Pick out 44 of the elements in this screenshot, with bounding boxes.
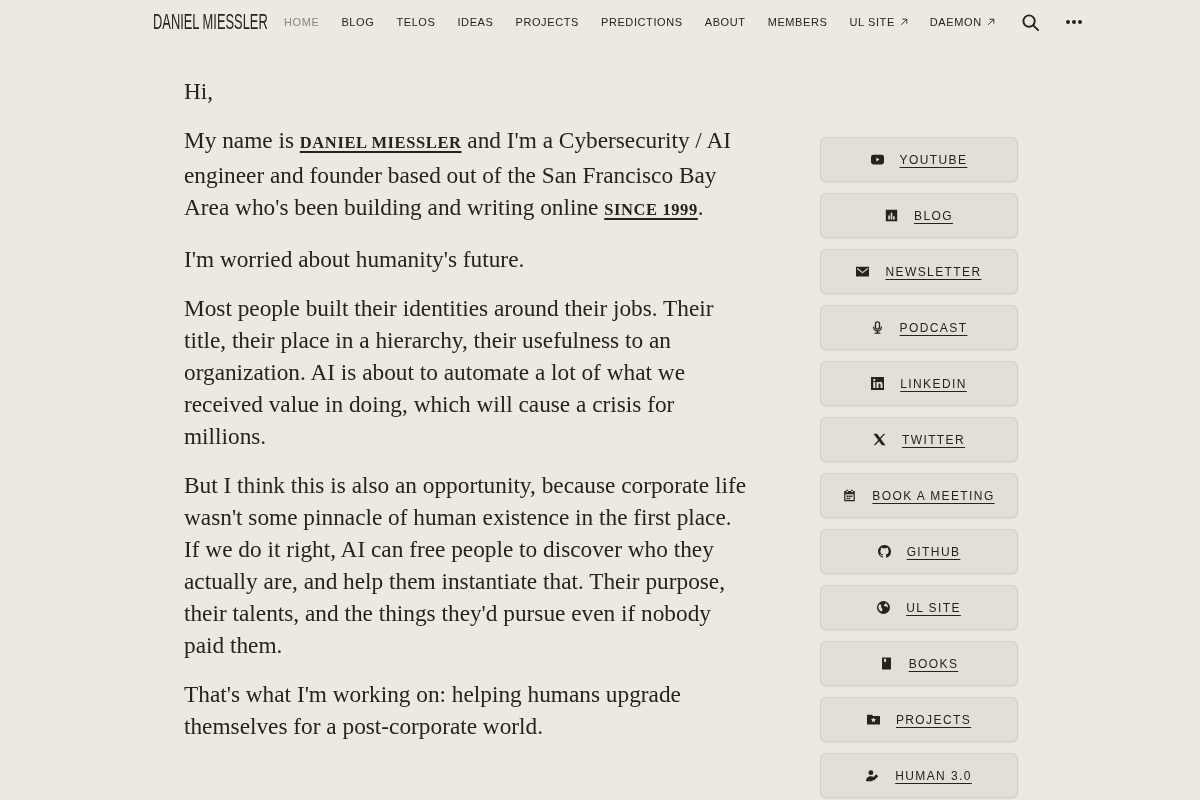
book-icon [879, 657, 893, 670]
article-paragraph: I'm worried about humanity's future. [184, 245, 526, 274]
sidebar-link-button[interactable]: BLOG [820, 193, 1018, 238]
sidebar-link-button[interactable]: PROJECTS [820, 697, 1018, 742]
sidebar-link-button[interactable]: YOUTUBE [820, 137, 1018, 182]
nav-link[interactable]: DAEMON [929, 16, 995, 28]
globe-icon [877, 601, 891, 614]
ellipsis-icon[interactable] [1065, 20, 1082, 24]
nav-link[interactable]: UL SITE [849, 16, 908, 28]
sidebar-link-button[interactable]: HUMAN 3.0 [820, 753, 1018, 798]
sidebar-link-button[interactable]: PODCAST [820, 305, 1018, 350]
person-icon [866, 769, 880, 782]
site-logo[interactable]: DANIEL MIESSLER [153, 10, 269, 34]
search-icon[interactable] [1021, 13, 1039, 31]
sidebar-link-button[interactable]: BOOKS [820, 641, 1018, 686]
video-play-icon [870, 153, 884, 166]
nav-link[interactable]: PROJECTS [515, 16, 579, 28]
sidebar-link-button[interactable]: LINKEDIN [820, 361, 1018, 406]
calendar-icon [843, 489, 857, 502]
nav-link[interactable]: IDEAS [457, 16, 494, 28]
article-paragraph: My name is DANIEL MIESSLER and I'm a Cybersecurity / AI engineer and founder based out of the San Francisco Bay Area who's been building and writing online SINCE 1999. [184, 126, 732, 222]
nav-link[interactable]: PREDICTIONS [600, 16, 683, 28]
nav-link[interactable]: TELOS [396, 16, 436, 28]
folder-icon [866, 713, 880, 726]
article-paragraph: Hi, [184, 77, 215, 106]
article-paragraph: That's what I'm working on: helping humans upgrade themselves for a post-corporate world. [184, 680, 682, 741]
nav-link[interactable]: MEMBERS [767, 16, 828, 28]
microphone-icon [870, 321, 884, 334]
sidebar-link-button[interactable]: NEWSLETTER [820, 249, 1018, 294]
linkedin-logo-icon [871, 377, 885, 390]
nav-link[interactable]: ABOUT [704, 16, 746, 28]
sidebar-link-button[interactable]: GITHUB [820, 529, 1018, 574]
nav-link[interactable]: BLOG [341, 16, 375, 28]
github-logo-icon [877, 545, 891, 558]
x-logo-icon [872, 433, 886, 446]
envelope-icon [856, 265, 870, 278]
inline-link[interactable]: SINCE 1999 [604, 200, 698, 219]
sidebar-link-button[interactable]: UL SITE [820, 585, 1018, 630]
bar-chart-icon [885, 209, 898, 222]
sidebar-link-button[interactable]: TWITTER [820, 417, 1018, 462]
sidebar-link-button[interactable]: BOOK A MEETING [820, 473, 1018, 518]
article-paragraph: Most people built their identities around their jobs. Their title, their place in a hierarchy, their usefulness to an organization. AI is about to automate a lot of what we received value in doing, which will cause a crisis for millions. [184, 294, 715, 451]
inline-link[interactable]: DANIEL MIESSLER [299, 133, 462, 152]
article-paragraph: But I think this is also an opportunity, because corporate life wasn't some pinnacle of human existence in the first place. If we do it right, AI can free people to discover who they actually are, and help them instantiate that. Their purpose, their talents, and the things they'd pursue even if nobody paid them. [184, 471, 746, 660]
